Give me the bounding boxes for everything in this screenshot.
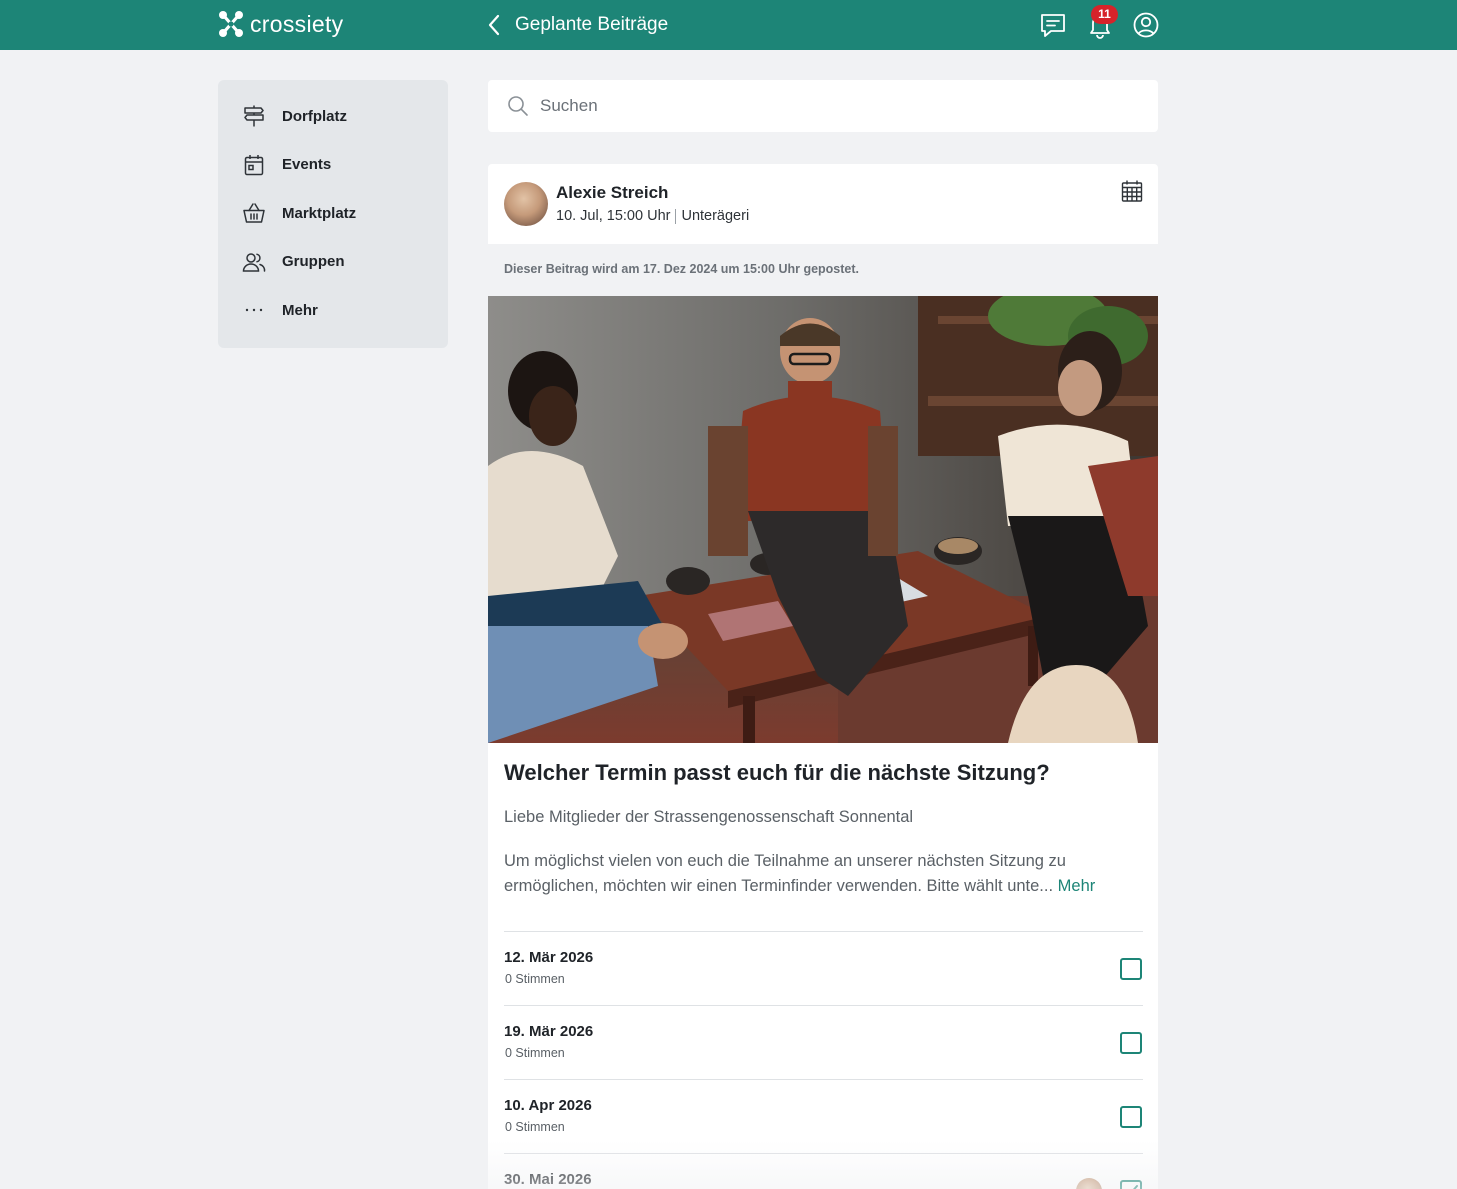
poll-option[interactable]: 12. Mär 2026 0 Stimmen [504, 931, 1143, 1005]
meeting-photo [488, 296, 1158, 743]
sidebar-item-marktplatz[interactable]: Marktplatz [218, 189, 448, 238]
brand-logo[interactable]: crossiety [218, 10, 343, 38]
post-image[interactable] [488, 296, 1158, 743]
post-title: Welcher Termin passt euch für die nächst… [504, 760, 1050, 785]
chat-icon[interactable] [1039, 11, 1067, 39]
signpost-icon [244, 105, 264, 127]
top-bar: crossiety Geplante Beiträge 11 [0, 0, 1457, 50]
poll-checkbox[interactable] [1120, 1032, 1142, 1054]
poll-option-date: 12. Mär 2026 [504, 949, 594, 966]
sidebar-item-label: Marktplatz [282, 204, 357, 222]
calendar-icon [244, 154, 264, 175]
poll-checkbox-checked[interactable] [1120, 1180, 1142, 1189]
back-icon[interactable] [484, 12, 506, 38]
poll-option[interactable]: 19. Mär 2026 0 Stimmen [504, 1005, 1143, 1079]
sidebar-item-label: Dorfplatz [282, 107, 347, 125]
poll-checkbox[interactable] [1120, 1106, 1142, 1128]
poll-option-date: 10. Apr 2026 [504, 1097, 592, 1114]
post-header: Alexie Streich 10. Jul, 15:00 Uhr Unterä… [488, 164, 1158, 244]
calendar-grid-icon[interactable] [1120, 179, 1144, 203]
search-input[interactable] [540, 96, 1100, 116]
poll: 12. Mär 2026 0 Stimmen 19. Mär 2026 0 St… [504, 931, 1143, 1189]
author-name[interactable]: Alexie Streich [556, 183, 668, 203]
crossiety-logo-icon [219, 11, 243, 37]
post-text: Um möglichst vielen von euch die Teilnah… [504, 849, 1134, 899]
check-icon [1132, 1185, 1138, 1189]
poll-option-date: 30. Mai 2026 [504, 1171, 592, 1188]
page-title: Geplante Beiträge [515, 14, 669, 35]
poll-option-votes: 0 Stimmen [505, 1046, 565, 1060]
notification-badge: 11 [1091, 5, 1118, 24]
more-icon [245, 309, 263, 312]
poll-option[interactable]: 30. Mai 2026 [504, 1153, 1143, 1189]
poll-option-votes: 0 Stimmen [505, 1120, 565, 1134]
schedule-note: Dieser Beitrag wird am 17. Dez 2024 um 1… [504, 262, 859, 276]
voter-avatar [1076, 1178, 1102, 1189]
poll-checkbox[interactable] [1120, 958, 1142, 980]
sidebar-item-events[interactable]: Events [218, 141, 448, 190]
sidebar-item-label: Gruppen [282, 253, 345, 271]
search-icon [508, 96, 528, 116]
read-more-link[interactable]: Mehr [1058, 877, 1096, 895]
sidebar-item-mehr[interactable]: Mehr [218, 286, 448, 335]
user-icon[interactable] [1132, 11, 1160, 39]
post-excerpt: Um möglichst vielen von euch die Teilnah… [504, 852, 1066, 895]
poll-option-date: 19. Mär 2026 [504, 1023, 594, 1040]
sidebar-nav: Dorfplatz Events Marktplatz Gruppen Mehr [218, 80, 448, 348]
sidebar-item-label: Mehr [282, 301, 318, 319]
brand-name: crossiety [250, 10, 344, 37]
sidebar-item-dorfplatz[interactable]: Dorfplatz [218, 92, 448, 141]
poll-option[interactable]: 10. Apr 2026 0 Stimmen [504, 1079, 1143, 1153]
sidebar-item-label: Events [282, 156, 332, 174]
post-location: Unterägeri [681, 208, 750, 224]
post-greeting: Liebe Mitglieder der Strassengenossensch… [504, 808, 914, 826]
author-avatar[interactable] [504, 182, 548, 226]
post-body: Welcher Termin passt euch für die nächst… [488, 743, 1158, 1189]
poll-option-votes: 0 Stimmen [505, 972, 565, 986]
users-icon [242, 253, 266, 272]
post-date: 10. Jul, 15:00 Uhr [556, 208, 671, 224]
basket-icon [243, 203, 265, 223]
sidebar-item-gruppen[interactable]: Gruppen [218, 238, 448, 287]
meta-divider [675, 208, 677, 224]
search-bar [488, 80, 1158, 132]
post-meta: 10. Jul, 15:00 Uhr Unterägeri [556, 208, 749, 224]
